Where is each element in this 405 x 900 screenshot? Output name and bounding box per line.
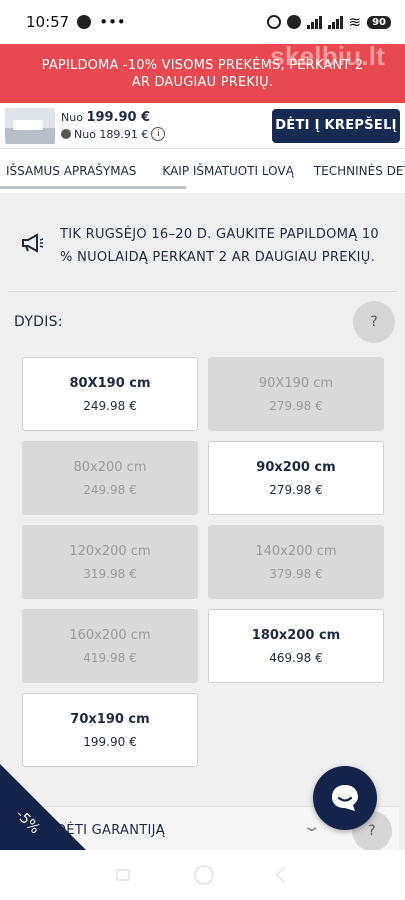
size-header: DYDIS: ? <box>0 292 405 352</box>
discount-corner-badge[interactable] <box>0 764 86 850</box>
info-icon[interactable]: i <box>151 127 166 141</box>
notice-text: TIK RUGSĖJO 16–20 D. GAUKITE PAPILDOMĄ 1… <box>60 227 379 265</box>
size-name: 80X190 cm <box>69 375 151 391</box>
alarm-icon <box>266 15 281 29</box>
size-name: 70x190 cm <box>70 711 150 727</box>
tab-bar: IŠSAMUS APRAŠYMAS KAIP IŠMATUOTI LOVĄ TE… <box>0 149 405 193</box>
size-name: 80x200 cm <box>73 459 147 475</box>
size-options-grid: 80X190 cm 249.98 € 90X190 cm 279.98 € 80… <box>0 352 405 772</box>
add-to-cart-button[interactable]: DĖTI Į KREPŠELĮ <box>272 108 400 143</box>
watermark: skelbiu.lt <box>270 41 385 71</box>
size-price: 249.98 € <box>83 482 137 497</box>
size-name: 160x200 cm <box>69 627 151 643</box>
recent-apps-icon[interactable] <box>115 869 130 881</box>
secondary-price: Nuo 189.91 € <box>74 127 149 141</box>
size-name: 90X190 cm <box>258 375 334 391</box>
size-option-140x200[interactable]: 140x200 cm 379.98 € <box>208 525 384 599</box>
clock: 10:57 <box>26 13 70 31</box>
signal-icon <box>327 15 343 29</box>
more-dots-icon: ••• <box>99 13 126 31</box>
tab-description[interactable]: IŠSAMUS APRAŠYMAS <box>0 164 150 178</box>
signal-icon <box>306 15 322 29</box>
home-icon[interactable] <box>193 865 214 885</box>
size-name: 180x200 cm <box>251 627 341 643</box>
size-price: 279.98 € <box>269 482 323 497</box>
size-price: 419.98 € <box>83 650 137 665</box>
back-icon[interactable] <box>275 866 292 884</box>
chat-button[interactable] <box>313 766 377 830</box>
status-bar: 10:57 ••• ≋ 90 <box>0 0 405 44</box>
size-option-80x190[interactable]: 80X190 cm 249.98 € <box>22 357 198 431</box>
size-option-180x200[interactable]: 180x200 cm 469.98 € <box>208 609 384 683</box>
size-option-90x190[interactable]: 90X190 cm 279.98 € <box>208 357 384 431</box>
system-nav-bar <box>0 850 405 900</box>
size-price: 319.98 € <box>83 566 137 581</box>
size-price: 379.98 € <box>269 566 323 581</box>
promo-banner[interactable]: PAPILDOMA -10% VISOMS PREKĖMS, PERKANT 2… <box>0 41 405 103</box>
megaphone-icon <box>22 233 44 253</box>
tab-technical[interactable]: TECHNINĖS DETA <box>308 164 405 178</box>
size-name: 140x200 cm <box>255 543 337 559</box>
notice-box: TIK RUGSĖJO 16–20 D. GAUKITE PAPILDOMĄ 1… <box>8 201 397 292</box>
size-price: 469.98 € <box>269 650 323 665</box>
size-price: 279.98 € <box>269 398 323 413</box>
notification-icon <box>77 15 92 29</box>
wifi-icon: ≋ <box>348 13 362 31</box>
tab-measure[interactable]: KAIP IŠMATUOTI LOVĄ <box>150 164 307 178</box>
battery-icon: 90 <box>367 15 391 29</box>
main-price: 199.90 € <box>86 109 151 125</box>
chevron-down-icon[interactable]: ⌄ <box>302 819 321 835</box>
size-price: 249.98 € <box>83 398 137 413</box>
size-option-80x200[interactable]: 80x200 cm 249.98 € <box>22 441 198 515</box>
size-label: DYDIS: <box>14 314 63 330</box>
size-option-120x200[interactable]: 120x200 cm 319.98 € <box>22 525 198 599</box>
from-label: Nuo <box>61 110 83 124</box>
buy-bar: Nuo 199.90 € Nuo 189.91 € i DĖTI Į KREPŠ… <box>0 103 405 149</box>
r-icon <box>286 15 301 29</box>
size-help-button[interactable]: ? <box>353 301 395 343</box>
size-option-90x200[interactable]: 90x200 cm 279.98 € <box>208 441 384 515</box>
size-name: 90x200 cm <box>256 459 336 475</box>
discount-icon <box>61 129 71 139</box>
size-price: 199.90 € <box>83 734 137 749</box>
size-name: 120x200 cm <box>69 543 151 559</box>
size-option-160x200[interactable]: 160x200 cm 419.98 € <box>22 609 198 683</box>
size-option-70x190[interactable]: 70x190 cm 199.90 € <box>22 693 198 767</box>
price-box: Nuo 199.90 € Nuo 189.91 € i <box>61 109 272 143</box>
active-tab-indicator <box>0 186 186 189</box>
product-thumbnail[interactable] <box>5 107 55 144</box>
chat-bubble-icon <box>332 785 358 811</box>
